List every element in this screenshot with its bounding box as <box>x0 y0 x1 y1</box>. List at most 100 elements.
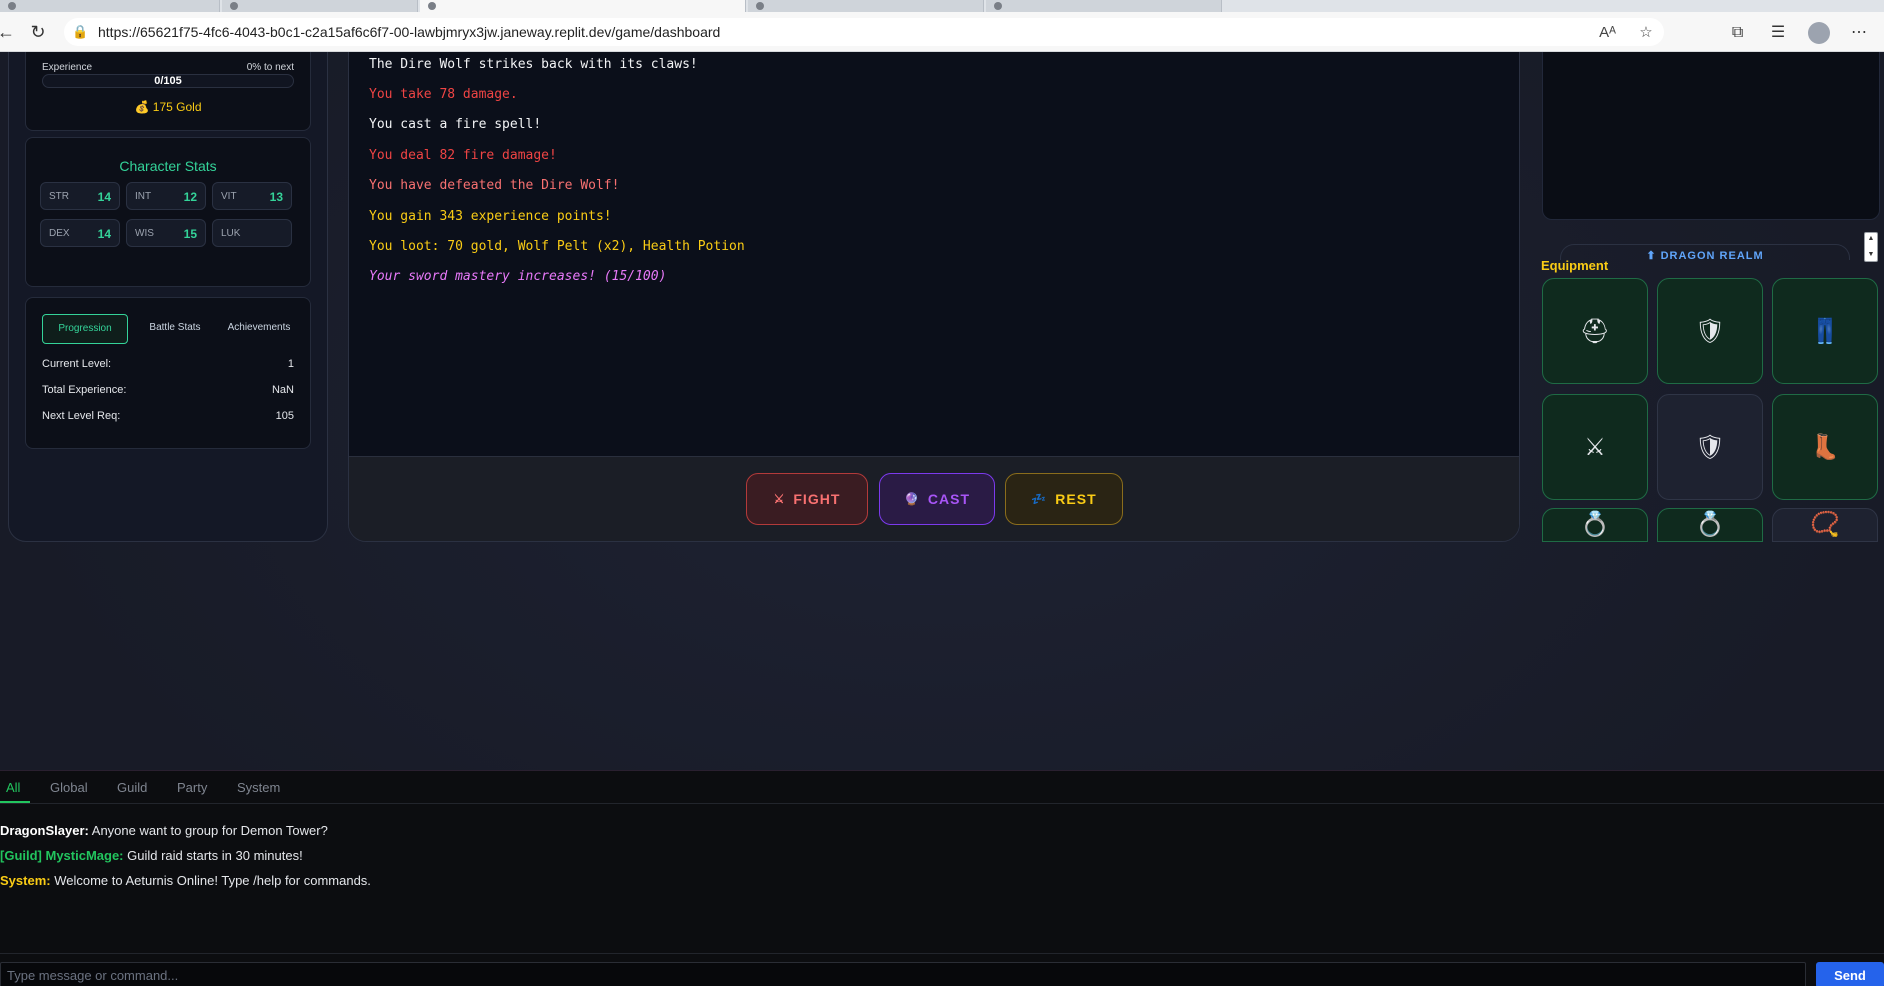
tab-favicon-icon <box>756 2 764 10</box>
site-info-icon[interactable]: 🔒 <box>72 24 88 40</box>
helmet-icon: ⛑ <box>1579 317 1611 345</box>
chat-tab-party[interactable]: Party <box>177 780 207 795</box>
shield-icon: 🛡 <box>1694 317 1726 345</box>
chat-sender[interactable]: DragonSlayer: <box>0 823 89 838</box>
chat-tab-all[interactable]: All <box>6 780 20 795</box>
experience-next-percent: 0% to next <box>246 62 294 73</box>
combat-log: The Dire Wolf strikes back with its claw… <box>349 52 1519 457</box>
money-bag-icon: 💰 <box>134 100 150 114</box>
favorites-list-icon[interactable]: ☰ <box>1767 22 1789 42</box>
chat-sender[interactable]: [Guild] MysticMage: <box>0 848 124 863</box>
scrollbar[interactable]: ▲ ▼ <box>1864 232 1878 262</box>
experience-value: 0/105 <box>154 75 182 87</box>
chat-message: System: Welcome to Aeturnis Online! Type… <box>0 873 371 888</box>
favorite-star-icon[interactable]: ☆ <box>1636 23 1656 41</box>
browser-tab[interactable] <box>222 0 418 12</box>
tab-battle-stats[interactable]: Battle Stats <box>132 314 218 344</box>
progression-card: Progression Battle Stats Achievements Cu… <box>25 297 311 449</box>
card-title: Character Stats <box>119 158 217 174</box>
current-level-label: Current Level: <box>42 358 112 370</box>
ring-icon: 💍 <box>1695 511 1725 538</box>
more-menu-icon[interactable]: ⋯ <box>1848 22 1870 42</box>
fight-button[interactable]: ⚔ FIGHT <box>746 473 868 525</box>
extensions-icon[interactable]: ⧉ <box>1727 24 1749 42</box>
amulet-icon: 📿 <box>1810 511 1840 538</box>
reload-icon[interactable]: ↻ <box>28 22 48 42</box>
avatar <box>1807 22 1830 44</box>
equipment-slot-ring2[interactable]: 💍 <box>1657 508 1763 542</box>
next-level-req-value: 105 <box>275 410 294 422</box>
tab-achievements[interactable]: Achievements <box>216 314 302 344</box>
rest-button[interactable]: 💤 REST <box>1005 473 1123 525</box>
character-preview <box>1542 52 1880 220</box>
experience-card: Experience 0% to next 0/105 💰 175 Gold <box>25 52 311 131</box>
chat-sender[interactable]: System: <box>0 873 51 888</box>
character-stats-card: Character Stats STR 14 INT 12 VIT 13 DEX… <box>25 137 311 287</box>
equipment-slot-feet[interactable]: 👢 <box>1772 394 1878 500</box>
log-line: You take 78 damage. <box>369 87 518 102</box>
stat-key: DEX <box>49 228 70 239</box>
gold-value: 175 Gold <box>152 100 202 114</box>
stat-key: VIT <box>221 191 237 202</box>
total-experience-value: NaN <box>271 384 294 396</box>
chat-tab-guild[interactable]: Guild <box>117 780 147 795</box>
equipment-slot-neck[interactable]: 📿 <box>1772 508 1878 542</box>
equipment-panel: ⬆ DRAGON REALM ▲ ▼ Equipment ⛑ 🛡 👖 ⚔ 🛡 👢… <box>1540 52 1884 542</box>
url-field[interactable]: 🔒 https://65621f75-4fc6-4043-b0c1-c2a15a… <box>64 18 1664 46</box>
chat-input-row: Send <box>0 953 1884 986</box>
chat-input[interactable] <box>0 962 1806 986</box>
scroll-down-icon[interactable]: ▼ <box>1865 251 1877 259</box>
scroll-up-icon[interactable]: ▲ <box>1865 235 1877 243</box>
stat-luk: LUK <box>212 219 292 247</box>
log-line: You cast a fire spell! <box>369 117 542 132</box>
crossed-swords-icon: ⚔ <box>773 492 786 506</box>
tab-favicon-icon <box>230 2 238 10</box>
url-text[interactable]: https://65621f75-4fc6-4043-b0c1-c2a15af6… <box>98 24 720 40</box>
log-line: The Dire Wolf strikes back with its claw… <box>369 57 698 72</box>
cast-button[interactable]: 🔮 CAST <box>879 473 995 525</box>
stat-vit: VIT 13 <box>212 182 292 210</box>
send-button[interactable]: Send <box>1816 962 1884 986</box>
experience-bar: 0/105 <box>42 74 294 88</box>
equipment-slot-ring1[interactable]: 💍 <box>1542 508 1648 542</box>
chat-tab-global[interactable]: Global <box>50 780 88 795</box>
equipment-slot-chest[interactable]: 🛡 <box>1657 394 1763 500</box>
chat-panel: All Global Guild Party System DragonSlay… <box>0 770 1884 986</box>
tab-favicon-icon <box>428 2 436 10</box>
stat-str: STR 14 <box>40 182 120 210</box>
stat-value: 15 <box>183 227 197 241</box>
equipment-slot-weapon[interactable]: ⚔ <box>1542 394 1648 500</box>
stat-value: 14 <box>97 227 111 241</box>
equipment-slot-legs[interactable]: 👖 <box>1772 278 1878 384</box>
boots-icon: 👢 <box>1810 433 1840 461</box>
shield-icon: 🛡 <box>1694 433 1726 461</box>
browser-tab[interactable] <box>986 0 1222 12</box>
browser-tab-active[interactable] <box>420 0 746 12</box>
tab-progression[interactable]: Progression <box>42 314 128 344</box>
stat-key: WIS <box>135 228 154 239</box>
experience-label: Experience <box>42 62 93 73</box>
gold-amount: 💰 175 Gold <box>26 100 310 114</box>
back-arrow-icon[interactable]: ← <box>0 22 16 42</box>
fight-label: FIGHT <box>793 491 841 507</box>
stat-int: INT 12 <box>126 182 206 210</box>
ring-icon: 💍 <box>1580 511 1610 538</box>
combat-panel: The Dire Wolf strikes back with its claw… <box>348 52 1520 542</box>
chat-tabs: All Global Guild Party System <box>0 771 1884 804</box>
tab-favicon-icon <box>994 2 1002 10</box>
equipment-slot-head[interactable]: ⛑ <box>1542 278 1648 384</box>
address-bar: ← ↻ 🔒 https://65621f75-4fc6-4043-b0c1-c2… <box>0 12 1884 52</box>
stat-key: LUK <box>221 228 241 239</box>
log-line: You gain 343 experience points! <box>369 209 612 224</box>
profile-avatar[interactable] <box>1807 22 1830 44</box>
browser-tab[interactable] <box>0 0 220 12</box>
stat-value: 13 <box>269 190 283 204</box>
read-aloud-icon[interactable]: Aᴬ <box>1598 24 1618 41</box>
browser-tab[interactable] <box>748 0 984 12</box>
equipment-slot-offhand[interactable]: 🛡 <box>1657 278 1763 384</box>
chat-tab-system[interactable]: System <box>237 780 280 795</box>
total-experience-label: Total Experience: <box>42 384 127 396</box>
stat-key: STR <box>49 191 69 202</box>
stat-dex: DEX 14 <box>40 219 120 247</box>
tab-favicon-icon <box>8 2 16 10</box>
